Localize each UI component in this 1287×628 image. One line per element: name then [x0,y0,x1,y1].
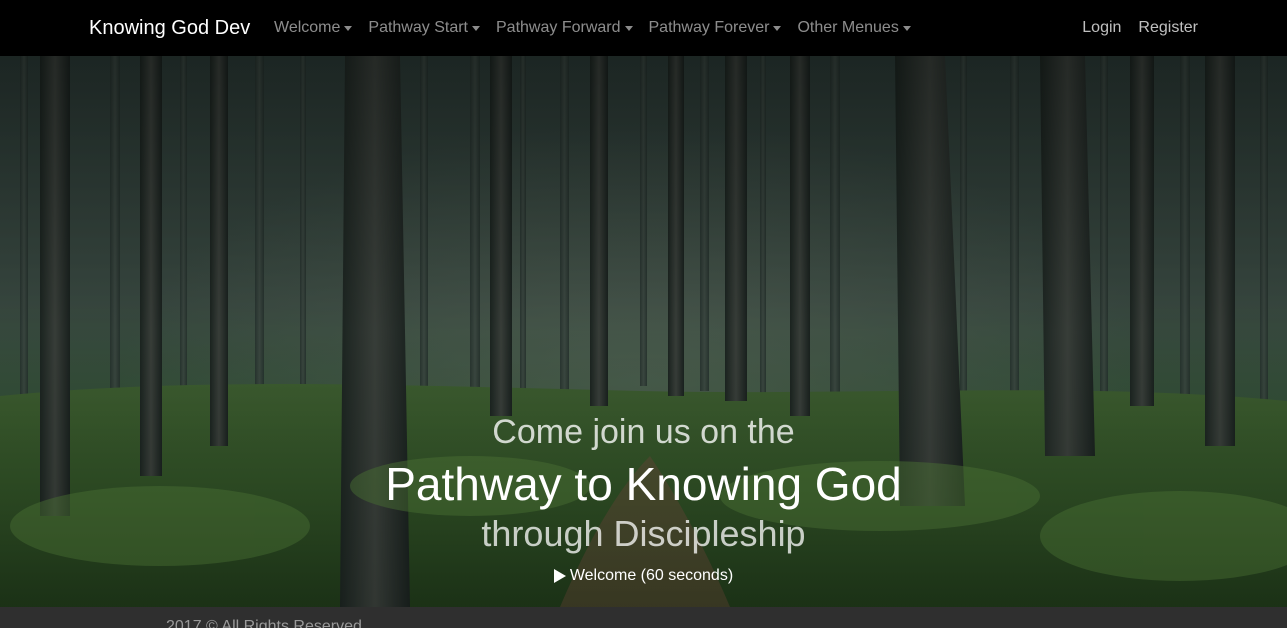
caret-down-icon [902,26,911,31]
caret-down-icon [472,26,480,31]
menu-other-label: Other Menues [797,19,899,36]
register-link[interactable]: Register [1121,18,1198,38]
caret-down-icon [344,26,353,31]
menu-pathway-start-label: Pathway Start [368,19,468,36]
play-icon [553,569,566,583]
hero-line-3: through Discipleship [481,513,806,554]
hero-line-1: Come join us on the [492,413,795,451]
copyright-text: 2017 © All Rights Reserved [166,618,362,628]
menu-other[interactable]: Other Menues [789,18,918,38]
nav-menu: Welcome Pathway Start Pathway Forward Pa… [266,0,919,56]
footer: 2017 © All Rights Reserved [0,607,1287,628]
hero-title: Pathway to Knowing God [385,458,902,510]
menu-pathway-forever-label: Pathway Forever [648,19,770,36]
menu-welcome[interactable]: Welcome [266,18,360,38]
menu-welcome-label: Welcome [274,19,341,36]
brand-link[interactable]: Knowing God Dev [89,15,250,41]
login-link[interactable]: Login [1065,18,1121,38]
menu-pathway-start[interactable]: Pathway Start [360,18,488,38]
welcome-video-link[interactable]: Welcome (60 seconds) [0,566,1287,586]
menu-pathway-forever[interactable]: Pathway Forever [641,18,790,38]
welcome-video-label: Welcome (60 seconds) [569,567,734,584]
auth-links: Login Register [1065,0,1198,56]
caret-down-icon [773,26,782,31]
caret-down-icon [624,26,633,31]
menu-pathway-forward-label: Pathway Forward [496,19,621,36]
top-navbar: Knowing God Dev Welcome Pathway Start Pa… [0,0,1287,56]
menu-pathway-forward[interactable]: Pathway Forward [488,18,641,38]
hero-banner: Come join us on the Pathway to Knowing G… [0,56,1287,607]
